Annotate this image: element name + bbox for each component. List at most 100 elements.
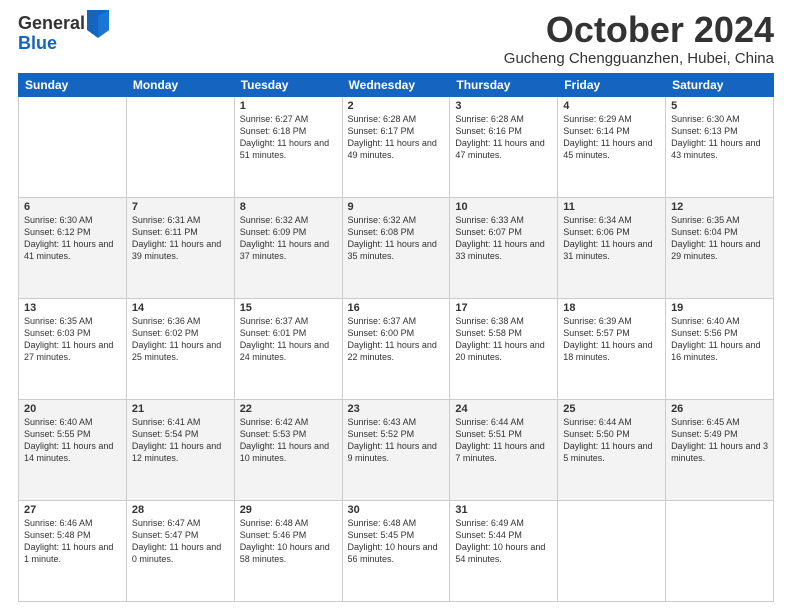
day-number: 13 [24, 302, 121, 314]
col-wednesday: Wednesday [342, 73, 450, 96]
day-info: Sunrise: 6:38 AM Sunset: 5:58 PM Dayligh… [455, 315, 552, 364]
table-row: 30Sunrise: 6:48 AM Sunset: 5:45 PM Dayli… [342, 500, 450, 601]
calendar-week-row: 27Sunrise: 6:46 AM Sunset: 5:48 PM Dayli… [19, 500, 774, 601]
table-row [666, 500, 774, 601]
location: Gucheng Chengguanzhen, Hubei, China [504, 50, 774, 67]
col-friday: Friday [558, 73, 666, 96]
day-number: 22 [240, 403, 337, 415]
day-info: Sunrise: 6:44 AM Sunset: 5:50 PM Dayligh… [563, 416, 660, 465]
day-info: Sunrise: 6:34 AM Sunset: 6:06 PM Dayligh… [563, 214, 660, 263]
table-row: 1Sunrise: 6:27 AM Sunset: 6:18 PM Daylig… [234, 96, 342, 197]
day-number: 14 [132, 302, 229, 314]
logo: General Blue [18, 10, 109, 54]
table-row: 3Sunrise: 6:28 AM Sunset: 6:16 PM Daylig… [450, 96, 558, 197]
day-number: 7 [132, 201, 229, 213]
table-row: 27Sunrise: 6:46 AM Sunset: 5:48 PM Dayli… [19, 500, 127, 601]
day-info: Sunrise: 6:31 AM Sunset: 6:11 PM Dayligh… [132, 214, 229, 263]
table-row: 16Sunrise: 6:37 AM Sunset: 6:00 PM Dayli… [342, 298, 450, 399]
day-info: Sunrise: 6:37 AM Sunset: 6:00 PM Dayligh… [348, 315, 445, 364]
calendar-week-row: 1Sunrise: 6:27 AM Sunset: 6:18 PM Daylig… [19, 96, 774, 197]
day-info: Sunrise: 6:49 AM Sunset: 5:44 PM Dayligh… [455, 517, 552, 566]
logo-icon [87, 10, 109, 38]
day-number: 24 [455, 403, 552, 415]
day-number: 17 [455, 302, 552, 314]
day-number: 27 [24, 504, 121, 516]
col-tuesday: Tuesday [234, 73, 342, 96]
calendar-week-row: 6Sunrise: 6:30 AM Sunset: 6:12 PM Daylig… [19, 197, 774, 298]
day-info: Sunrise: 6:37 AM Sunset: 6:01 PM Dayligh… [240, 315, 337, 364]
day-info: Sunrise: 6:27 AM Sunset: 6:18 PM Dayligh… [240, 113, 337, 162]
day-info: Sunrise: 6:42 AM Sunset: 5:53 PM Dayligh… [240, 416, 337, 465]
table-row [558, 500, 666, 601]
day-number: 29 [240, 504, 337, 516]
table-row: 13Sunrise: 6:35 AM Sunset: 6:03 PM Dayli… [19, 298, 127, 399]
day-number: 9 [348, 201, 445, 213]
day-number: 19 [671, 302, 768, 314]
day-number: 23 [348, 403, 445, 415]
table-row: 17Sunrise: 6:38 AM Sunset: 5:58 PM Dayli… [450, 298, 558, 399]
day-number: 16 [348, 302, 445, 314]
table-row: 15Sunrise: 6:37 AM Sunset: 6:01 PM Dayli… [234, 298, 342, 399]
day-info: Sunrise: 6:36 AM Sunset: 6:02 PM Dayligh… [132, 315, 229, 364]
day-number: 28 [132, 504, 229, 516]
day-info: Sunrise: 6:48 AM Sunset: 5:45 PM Dayligh… [348, 517, 445, 566]
day-number: 2 [348, 100, 445, 112]
day-number: 4 [563, 100, 660, 112]
table-row: 20Sunrise: 6:40 AM Sunset: 5:55 PM Dayli… [19, 399, 127, 500]
day-number: 10 [455, 201, 552, 213]
table-row: 26Sunrise: 6:45 AM Sunset: 5:49 PM Dayli… [666, 399, 774, 500]
day-number: 8 [240, 201, 337, 213]
day-number: 26 [671, 403, 768, 415]
day-info: Sunrise: 6:35 AM Sunset: 6:03 PM Dayligh… [24, 315, 121, 364]
day-number: 1 [240, 100, 337, 112]
table-row [126, 96, 234, 197]
day-number: 18 [563, 302, 660, 314]
table-row: 8Sunrise: 6:32 AM Sunset: 6:09 PM Daylig… [234, 197, 342, 298]
table-row: 19Sunrise: 6:40 AM Sunset: 5:56 PM Dayli… [666, 298, 774, 399]
day-info: Sunrise: 6:40 AM Sunset: 5:56 PM Dayligh… [671, 315, 768, 364]
day-info: Sunrise: 6:46 AM Sunset: 5:48 PM Dayligh… [24, 517, 121, 566]
day-number: 12 [671, 201, 768, 213]
table-row: 23Sunrise: 6:43 AM Sunset: 5:52 PM Dayli… [342, 399, 450, 500]
day-info: Sunrise: 6:33 AM Sunset: 6:07 PM Dayligh… [455, 214, 552, 263]
day-info: Sunrise: 6:43 AM Sunset: 5:52 PM Dayligh… [348, 416, 445, 465]
table-row: 14Sunrise: 6:36 AM Sunset: 6:02 PM Dayli… [126, 298, 234, 399]
table-row: 12Sunrise: 6:35 AM Sunset: 6:04 PM Dayli… [666, 197, 774, 298]
day-number: 30 [348, 504, 445, 516]
page: General Blue October 2024 Gucheng Chengg… [0, 0, 792, 612]
table-row: 31Sunrise: 6:49 AM Sunset: 5:44 PM Dayli… [450, 500, 558, 601]
day-info: Sunrise: 6:29 AM Sunset: 6:14 PM Dayligh… [563, 113, 660, 162]
calendar-header-row: Sunday Monday Tuesday Wednesday Thursday… [19, 73, 774, 96]
table-row: 28Sunrise: 6:47 AM Sunset: 5:47 PM Dayli… [126, 500, 234, 601]
table-row: 5Sunrise: 6:30 AM Sunset: 6:13 PM Daylig… [666, 96, 774, 197]
table-row: 22Sunrise: 6:42 AM Sunset: 5:53 PM Dayli… [234, 399, 342, 500]
calendar: Sunday Monday Tuesday Wednesday Thursday… [18, 73, 774, 602]
day-number: 5 [671, 100, 768, 112]
col-thursday: Thursday [450, 73, 558, 96]
day-number: 21 [132, 403, 229, 415]
col-saturday: Saturday [666, 73, 774, 96]
day-info: Sunrise: 6:35 AM Sunset: 6:04 PM Dayligh… [671, 214, 768, 263]
title-block: October 2024 Gucheng Chengguanzhen, Hube… [504, 10, 774, 67]
table-row: 7Sunrise: 6:31 AM Sunset: 6:11 PM Daylig… [126, 197, 234, 298]
table-row: 11Sunrise: 6:34 AM Sunset: 6:06 PM Dayli… [558, 197, 666, 298]
day-info: Sunrise: 6:28 AM Sunset: 6:17 PM Dayligh… [348, 113, 445, 162]
day-info: Sunrise: 6:28 AM Sunset: 6:16 PM Dayligh… [455, 113, 552, 162]
table-row: 21Sunrise: 6:41 AM Sunset: 5:54 PM Dayli… [126, 399, 234, 500]
day-number: 11 [563, 201, 660, 213]
day-info: Sunrise: 6:44 AM Sunset: 5:51 PM Dayligh… [455, 416, 552, 465]
table-row: 2Sunrise: 6:28 AM Sunset: 6:17 PM Daylig… [342, 96, 450, 197]
day-info: Sunrise: 6:39 AM Sunset: 5:57 PM Dayligh… [563, 315, 660, 364]
day-info: Sunrise: 6:45 AM Sunset: 5:49 PM Dayligh… [671, 416, 768, 465]
day-info: Sunrise: 6:32 AM Sunset: 6:09 PM Dayligh… [240, 214, 337, 263]
month-title: October 2024 [504, 10, 774, 50]
day-number: 31 [455, 504, 552, 516]
table-row: 6Sunrise: 6:30 AM Sunset: 6:12 PM Daylig… [19, 197, 127, 298]
day-number: 20 [24, 403, 121, 415]
day-info: Sunrise: 6:30 AM Sunset: 6:12 PM Dayligh… [24, 214, 121, 263]
table-row: 24Sunrise: 6:44 AM Sunset: 5:51 PM Dayli… [450, 399, 558, 500]
day-info: Sunrise: 6:48 AM Sunset: 5:46 PM Dayligh… [240, 517, 337, 566]
table-row: 25Sunrise: 6:44 AM Sunset: 5:50 PM Dayli… [558, 399, 666, 500]
day-info: Sunrise: 6:47 AM Sunset: 5:47 PM Dayligh… [132, 517, 229, 566]
table-row: 18Sunrise: 6:39 AM Sunset: 5:57 PM Dayli… [558, 298, 666, 399]
